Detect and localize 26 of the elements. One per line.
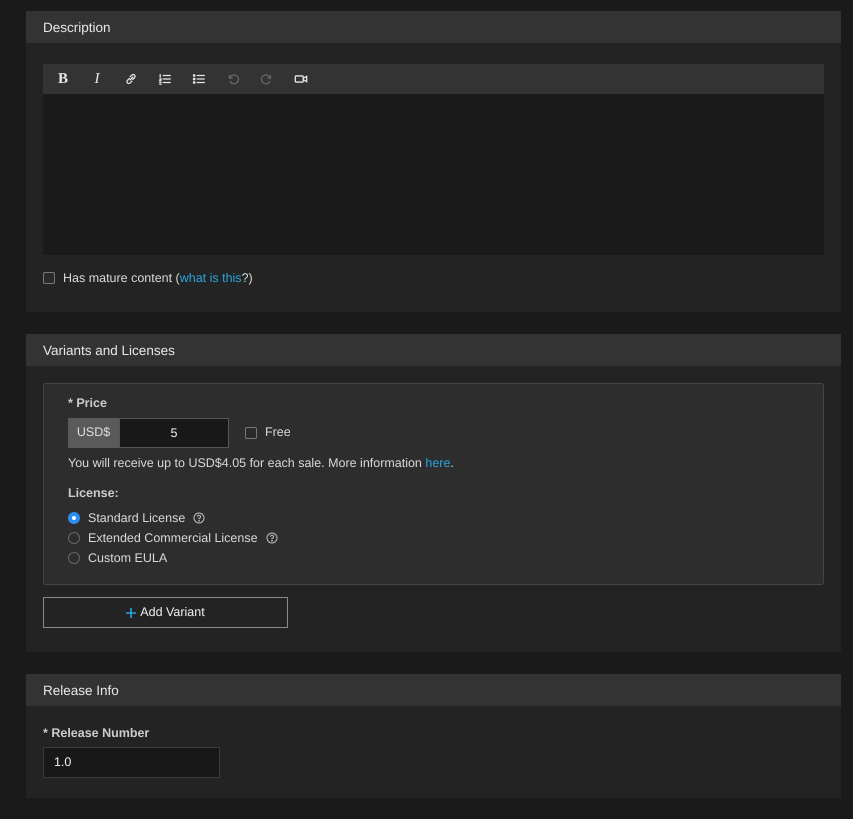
add-variant-button[interactable]: Add Variant	[43, 597, 288, 628]
radio-label: Custom EULA	[88, 550, 168, 567]
help-link[interactable]: what is this	[180, 271, 242, 285]
section-header: Release Info	[26, 674, 841, 706]
currency-prefix: USD$	[68, 418, 119, 448]
plus-icon	[126, 608, 136, 618]
radio-button[interactable]	[68, 532, 80, 544]
help-link[interactable]: here	[425, 456, 450, 470]
checkbox[interactable]	[245, 426, 257, 438]
radio-label: Extended Commercial License	[88, 530, 258, 547]
radio-button[interactable]	[68, 552, 80, 564]
field-label: * Release Number	[43, 725, 150, 742]
price-input[interactable]: 5	[119, 418, 229, 448]
field-label: License:	[68, 485, 120, 502]
bold-button[interactable]: B	[51, 67, 75, 91]
price-note: You will receive up to USD$4.05 for each sale. More information here.	[68, 456, 454, 470]
italic-button[interactable]: I	[85, 67, 109, 91]
radio-button[interactable]	[68, 512, 80, 524]
release-number-input[interactable]: 1.0	[43, 746, 220, 778]
checkbox-label: Free	[265, 424, 291, 442]
radio-label: Standard License	[88, 510, 186, 527]
section-header: Variants and Licenses	[26, 334, 841, 366]
checkbox[interactable]	[43, 272, 55, 284]
section-header: Description	[26, 11, 841, 43]
field-label: * Price	[68, 394, 108, 412]
checkbox-label: Has mature content (what is this?)	[63, 270, 253, 287]
